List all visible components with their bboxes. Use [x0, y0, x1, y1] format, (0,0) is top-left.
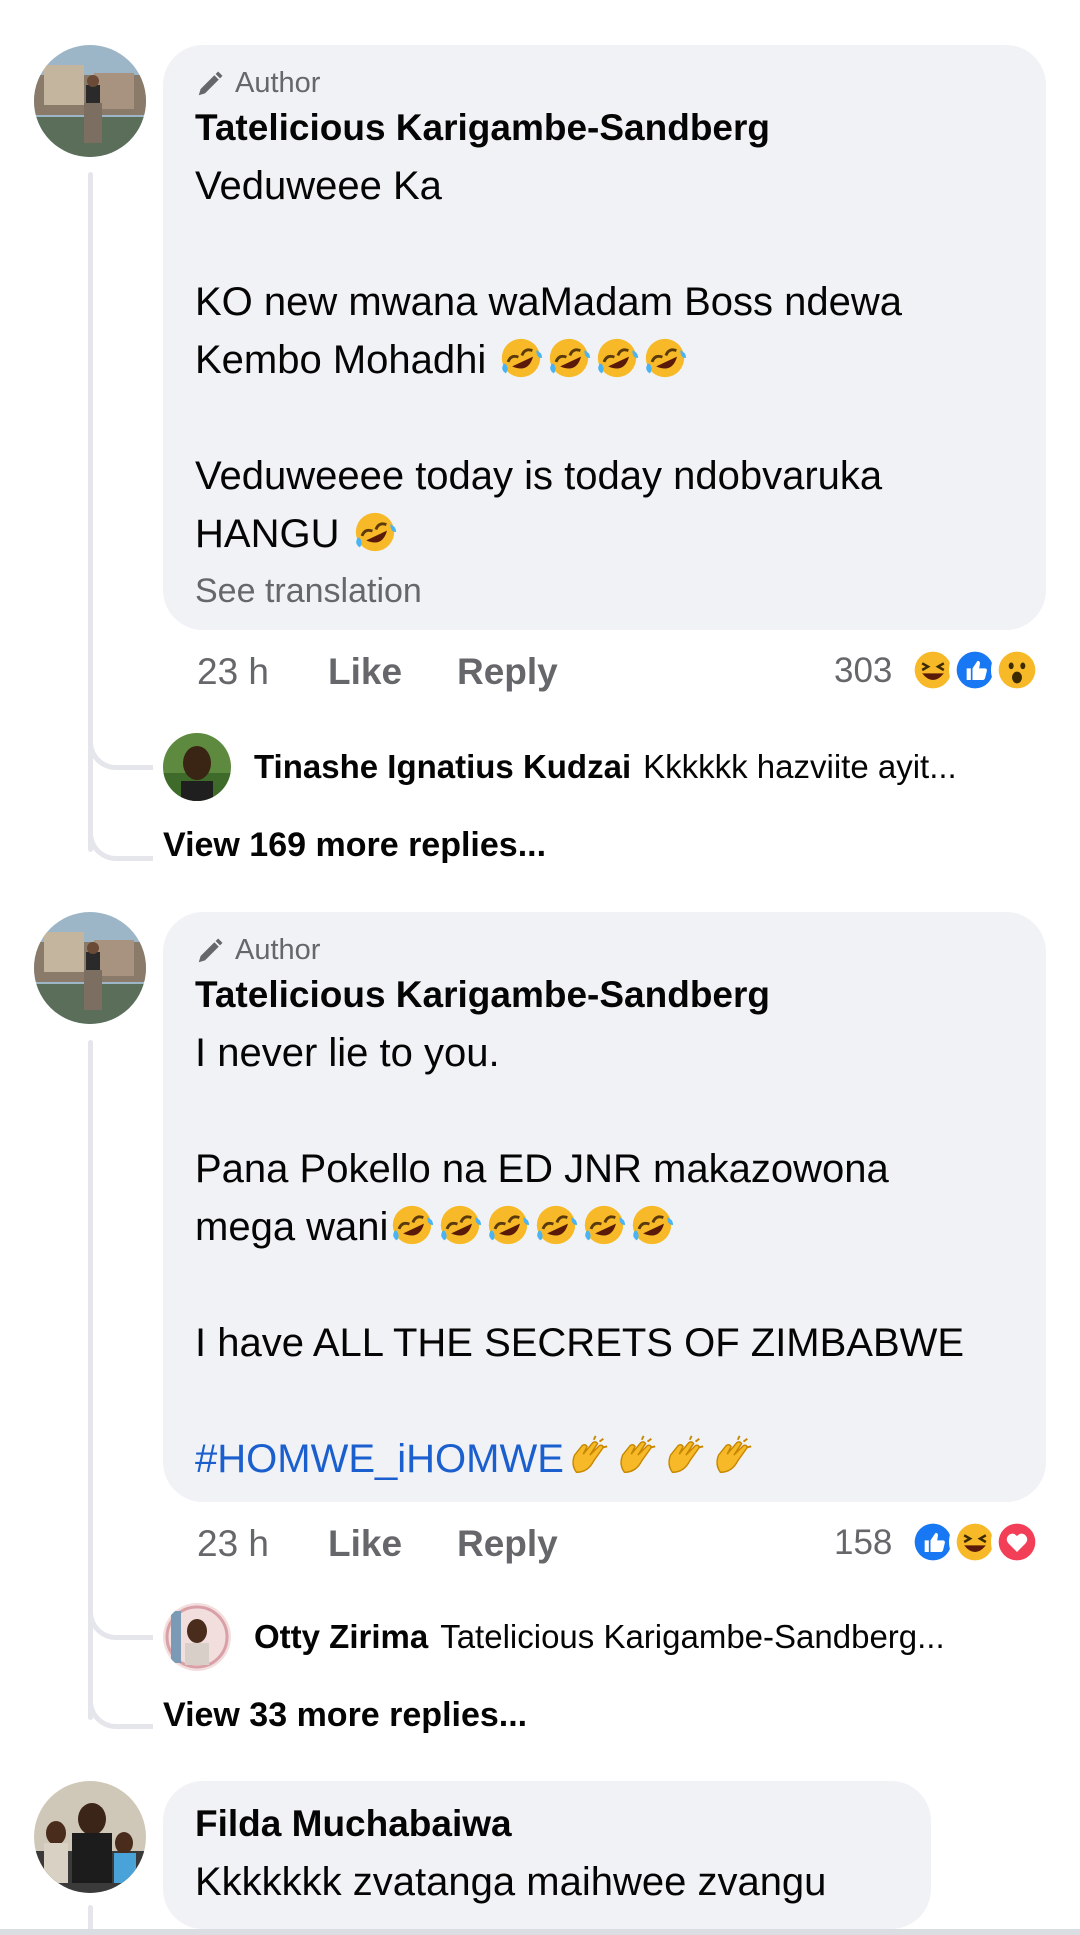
reply-preview[interactable]: Otty Zirima Tatelicious Karigambe-Sandber…: [254, 1618, 945, 1656]
rofl-emoji: [629, 1202, 675, 1248]
love-reaction: [991, 1516, 1043, 1568]
rofl-emoji: [642, 335, 688, 381]
reply-connector: [88, 1590, 153, 1640]
view-more-replies[interactable]: View 33 more replies...: [163, 1696, 527, 1735]
commenter-name[interactable]: Filda Muchabaiwa: [195, 1803, 512, 1845]
like-button[interactable]: Like: [328, 1523, 402, 1565]
avatar[interactable]: [163, 1603, 231, 1671]
comment-text: I never lie to you. Pana Pokello na ED J…: [195, 1031, 965, 1481]
avatar[interactable]: [34, 1781, 146, 1893]
hashtag-link[interactable]: #HOMWE_iHOMWE: [195, 1437, 564, 1481]
author-badge: Author: [195, 934, 320, 967]
reply-button[interactable]: Reply: [457, 1523, 558, 1565]
wow-reaction: [991, 644, 1043, 696]
rofl-emoji: [485, 1202, 531, 1248]
rofl-emoji: [352, 509, 398, 555]
comment-time[interactable]: 23 h: [197, 651, 269, 693]
clap-emoji: [709, 1434, 755, 1480]
reaction-icons[interactable]: [907, 644, 1043, 696]
commenter-name[interactable]: Tatelicious Karigambe-Sandberg: [195, 107, 770, 149]
pencil-icon: [195, 936, 225, 966]
comment-bubble: Author Tatelicious Karigambe-Sandberg I …: [163, 912, 1046, 1502]
commenter-name[interactable]: Tatelicious Karigambe-Sandberg: [195, 974, 770, 1016]
comment-text: Kkkkkkk zvatanga maihwee zvangu: [195, 1860, 827, 1904]
comment-time[interactable]: 23 h: [197, 1523, 269, 1565]
comment-bubble: Author Tatelicious Karigambe-Sandberg Ve…: [163, 45, 1046, 630]
see-translation-link[interactable]: See translation: [195, 572, 422, 611]
view-more-connector: [88, 1668, 153, 1729]
like-button[interactable]: Like: [328, 651, 402, 693]
rofl-emoji: [546, 335, 592, 381]
pencil-icon: [195, 69, 225, 99]
rofl-emoji: [389, 1202, 435, 1248]
reaction-count[interactable]: 158: [834, 1523, 892, 1563]
avatar[interactable]: [34, 45, 146, 157]
clap-emoji: [613, 1434, 659, 1480]
view-more-replies[interactable]: View 169 more replies...: [163, 826, 546, 865]
comment-bubble: Filda Muchabaiwa Kkkkkkk zvatanga maihwe…: [163, 1781, 931, 1929]
avatar[interactable]: [163, 733, 231, 801]
rofl-emoji: [437, 1202, 483, 1248]
rofl-emoji: [533, 1202, 579, 1248]
reply-button[interactable]: Reply: [457, 651, 558, 693]
rofl-emoji: [498, 335, 544, 381]
clap-emoji: [565, 1434, 611, 1480]
reaction-count[interactable]: 303: [834, 651, 892, 691]
reaction-icons[interactable]: [907, 1516, 1043, 1568]
comment-text: Veduweee Ka KO new mwana waMadam Boss nd…: [195, 164, 902, 556]
avatar[interactable]: [34, 912, 146, 1024]
reply-connector: [88, 720, 153, 770]
view-more-connector: [88, 800, 153, 861]
rofl-emoji: [594, 335, 640, 381]
rofl-emoji: [581, 1202, 627, 1248]
clap-emoji: [661, 1434, 707, 1480]
author-badge: Author: [195, 67, 320, 100]
reply-preview[interactable]: Tinashe Ignatius Kudzai Kkkkkk hazviite a…: [254, 748, 957, 786]
bottom-divider: [0, 1929, 1080, 1935]
